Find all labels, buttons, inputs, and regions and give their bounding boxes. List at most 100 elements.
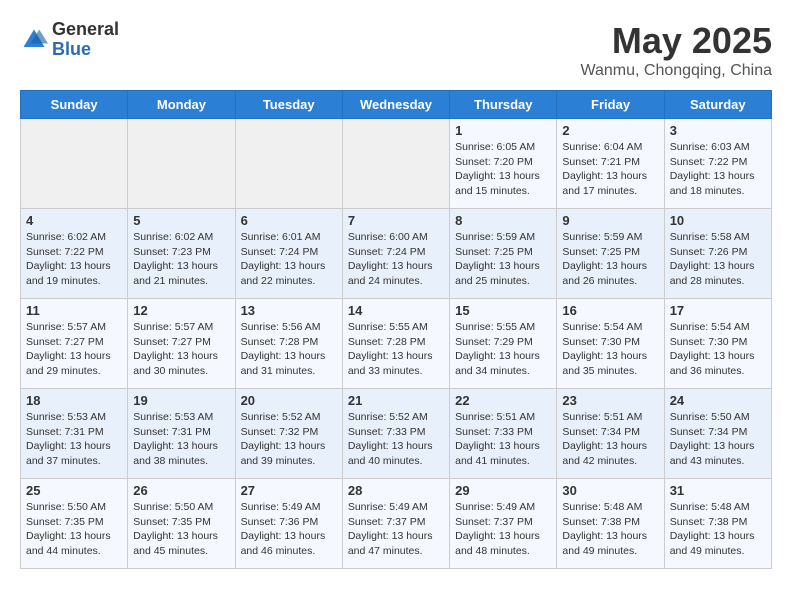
calendar-cell: 27 Sunrise: 5:49 AMSunset: 7:36 PMDayligh… [235, 479, 342, 569]
day-info: Sunrise: 5:51 AMSunset: 7:33 PMDaylight:… [455, 410, 551, 469]
logo-icon [20, 26, 48, 54]
logo-blue-text: Blue [52, 40, 119, 60]
day-info: Sunrise: 5:59 AMSunset: 7:25 PMDaylight:… [455, 230, 551, 289]
calendar-cell [128, 119, 235, 209]
day-number: 27 [241, 483, 337, 498]
day-number: 9 [562, 213, 658, 228]
day-info: Sunrise: 5:53 AMSunset: 7:31 PMDaylight:… [26, 410, 122, 469]
calendar-cell [21, 119, 128, 209]
calendar-cell: 26 Sunrise: 5:50 AMSunset: 7:35 PMDayligh… [128, 479, 235, 569]
day-info: Sunrise: 5:55 AMSunset: 7:29 PMDaylight:… [455, 320, 551, 379]
week-row-5: 25 Sunrise: 5:50 AMSunset: 7:35 PMDayligh… [21, 479, 772, 569]
calendar-cell: 23Sunrise: 5:51 AMSunset: 7:34 PMDayligh… [557, 389, 664, 479]
calendar-cell: 20 Sunrise: 5:52 AMSunset: 7:32 PMDayligh… [235, 389, 342, 479]
day-number: 19 [133, 393, 229, 408]
day-number: 16 [562, 303, 658, 318]
day-info: Sunrise: 5:59 AMSunset: 7:25 PMDaylight:… [562, 230, 658, 289]
day-number: 10 [670, 213, 766, 228]
logo-general-text: General [52, 20, 119, 40]
day-info: Sunrise: 5:49 AMSunset: 7:37 PMDaylight:… [455, 500, 551, 559]
calendar-cell: 11 Sunrise: 5:57 AMSunset: 7:27 PMDayligh… [21, 299, 128, 389]
day-info: Sunrise: 5:54 AMSunset: 7:30 PMDaylight:… [562, 320, 658, 379]
weekday-header-tuesday: Tuesday [235, 91, 342, 119]
weekday-header-thursday: Thursday [450, 91, 557, 119]
calendar-cell: 31 Sunrise: 5:48 AMSunset: 7:38 PMDayligh… [664, 479, 771, 569]
day-number: 7 [348, 213, 444, 228]
weekday-row: SundayMondayTuesdayWednesdayThursdayFrid… [21, 91, 772, 119]
day-info: Sunrise: 5:54 AMSunset: 7:30 PMDaylight:… [670, 320, 766, 379]
day-info: Sunrise: 5:53 AMSunset: 7:31 PMDaylight:… [133, 410, 229, 469]
calendar-cell: 2 Sunrise: 6:04 AMSunset: 7:21 PMDaylight… [557, 119, 664, 209]
day-number: 26 [133, 483, 229, 498]
calendar-cell: 15 Sunrise: 5:55 AMSunset: 7:29 PMDayligh… [450, 299, 557, 389]
day-number: 6 [241, 213, 337, 228]
week-row-1: 1Sunrise: 6:05 AMSunset: 7:20 PMDaylight… [21, 119, 772, 209]
calendar-cell: 28 Sunrise: 5:49 AMSunset: 7:37 PMDayligh… [342, 479, 449, 569]
day-info: Sunrise: 5:50 AMSunset: 7:35 PMDaylight:… [133, 500, 229, 559]
calendar-cell: 29 Sunrise: 5:49 AMSunset: 7:37 PMDayligh… [450, 479, 557, 569]
calendar-cell: 25 Sunrise: 5:50 AMSunset: 7:35 PMDayligh… [21, 479, 128, 569]
day-info: Sunrise: 5:52 AMSunset: 7:32 PMDaylight:… [241, 410, 337, 469]
day-number: 3 [670, 123, 766, 138]
day-number: 23 [562, 393, 658, 408]
weekday-header-saturday: Saturday [664, 91, 771, 119]
calendar-cell: 30 Sunrise: 5:48 AMSunset: 7:38 PMDayligh… [557, 479, 664, 569]
day-info: Sunrise: 5:50 AMSunset: 7:34 PMDaylight:… [670, 410, 766, 469]
day-info: Sunrise: 5:49 AMSunset: 7:36 PMDaylight:… [241, 500, 337, 559]
calendar-cell: 9 Sunrise: 5:59 AMSunset: 7:25 PMDaylight… [557, 209, 664, 299]
day-number: 25 [26, 483, 122, 498]
day-number: 22 [455, 393, 551, 408]
day-info: Sunrise: 5:57 AMSunset: 7:27 PMDaylight:… [133, 320, 229, 379]
calendar-cell: 16 Sunrise: 5:54 AMSunset: 7:30 PMDayligh… [557, 299, 664, 389]
calendar-cell: 1Sunrise: 6:05 AMSunset: 7:20 PMDaylight… [450, 119, 557, 209]
calendar-cell: 21Sunrise: 5:52 AMSunset: 7:33 PMDayligh… [342, 389, 449, 479]
day-number: 15 [455, 303, 551, 318]
calendar-cell: 13 Sunrise: 5:56 AMSunset: 7:28 PMDayligh… [235, 299, 342, 389]
day-info: Sunrise: 5:50 AMSunset: 7:35 PMDaylight:… [26, 500, 122, 559]
calendar-cell: 18 Sunrise: 5:53 AMSunset: 7:31 PMDayligh… [21, 389, 128, 479]
day-number: 2 [562, 123, 658, 138]
day-number: 30 [562, 483, 658, 498]
day-number: 11 [26, 303, 122, 318]
weekday-header-friday: Friday [557, 91, 664, 119]
day-number: 18 [26, 393, 122, 408]
day-info: Sunrise: 5:48 AMSunset: 7:38 PMDaylight:… [670, 500, 766, 559]
day-info: Sunrise: 6:01 AMSunset: 7:24 PMDaylight:… [241, 230, 337, 289]
week-row-4: 18 Sunrise: 5:53 AMSunset: 7:31 PMDayligh… [21, 389, 772, 479]
day-number: 13 [241, 303, 337, 318]
day-info: Sunrise: 5:48 AMSunset: 7:38 PMDaylight:… [562, 500, 658, 559]
month-title: May 2025 [580, 20, 772, 62]
day-info: Sunrise: 5:49 AMSunset: 7:37 PMDaylight:… [348, 500, 444, 559]
calendar-cell: 5Sunrise: 6:02 AMSunset: 7:23 PMDaylight… [128, 209, 235, 299]
day-number: 1 [455, 123, 551, 138]
calendar-cell: 4 Sunrise: 6:02 AMSunset: 7:22 PMDaylight… [21, 209, 128, 299]
day-number: 29 [455, 483, 551, 498]
week-row-2: 4 Sunrise: 6:02 AMSunset: 7:22 PMDaylight… [21, 209, 772, 299]
day-number: 4 [26, 213, 122, 228]
day-number: 20 [241, 393, 337, 408]
day-number: 28 [348, 483, 444, 498]
day-info: Sunrise: 5:58 AMSunset: 7:26 PMDaylight:… [670, 230, 766, 289]
calendar-cell: 3Sunrise: 6:03 AMSunset: 7:22 PMDaylight… [664, 119, 771, 209]
calendar-table: SundayMondayTuesdayWednesdayThursdayFrid… [20, 90, 772, 569]
day-info: Sunrise: 6:02 AMSunset: 7:22 PMDaylight:… [26, 230, 122, 289]
page-header: General Blue May 2025 Wanmu, Chongqing, … [20, 20, 772, 80]
day-number: 8 [455, 213, 551, 228]
calendar-cell [342, 119, 449, 209]
day-info: Sunrise: 6:04 AMSunset: 7:21 PMDaylight:… [562, 140, 658, 199]
logo-text: General Blue [52, 20, 119, 60]
day-number: 24 [670, 393, 766, 408]
calendar-cell: 24 Sunrise: 5:50 AMSunset: 7:34 PMDayligh… [664, 389, 771, 479]
title-area: May 2025 Wanmu, Chongqing, China [580, 20, 772, 80]
day-info: Sunrise: 5:57 AMSunset: 7:27 PMDaylight:… [26, 320, 122, 379]
calendar-header: SundayMondayTuesdayWednesdayThursdayFrid… [21, 91, 772, 119]
day-number: 12 [133, 303, 229, 318]
calendar-cell: 14Sunrise: 5:55 AMSunset: 7:28 PMDayligh… [342, 299, 449, 389]
calendar-cell: 19 Sunrise: 5:53 AMSunset: 7:31 PMDayligh… [128, 389, 235, 479]
calendar-cell [235, 119, 342, 209]
weekday-header-sunday: Sunday [21, 91, 128, 119]
calendar-cell: 10 Sunrise: 5:58 AMSunset: 7:26 PMDayligh… [664, 209, 771, 299]
day-info: Sunrise: 5:56 AMSunset: 7:28 PMDaylight:… [241, 320, 337, 379]
week-row-3: 11 Sunrise: 5:57 AMSunset: 7:27 PMDayligh… [21, 299, 772, 389]
day-number: 31 [670, 483, 766, 498]
